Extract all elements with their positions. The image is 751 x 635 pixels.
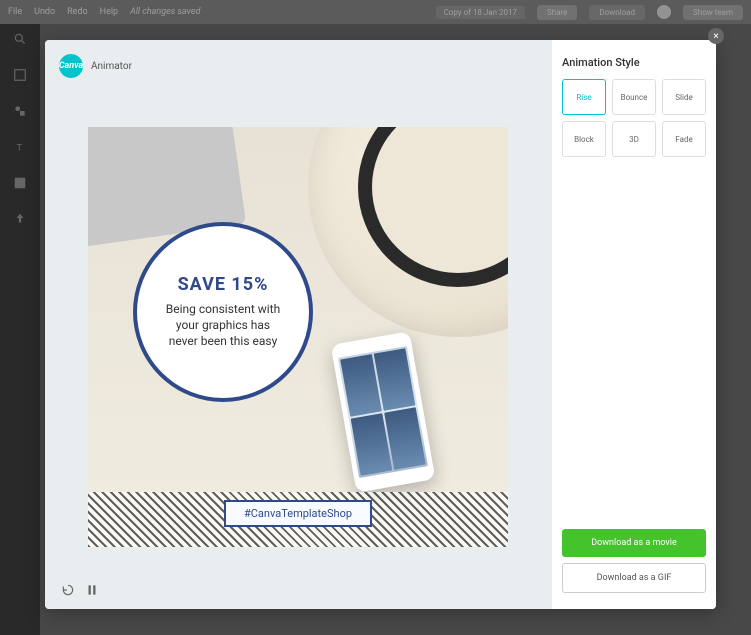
preview-phone (331, 331, 436, 493)
preview-hat (308, 127, 508, 337)
preview-hashtag: #CanvaTemplateShop (224, 500, 372, 527)
animation-panel: Animation Style Rise Bounce Slide Block … (551, 40, 716, 609)
anim-style-slide[interactable]: Slide (662, 79, 706, 115)
replay-icon[interactable] (61, 583, 75, 597)
close-icon[interactable]: × (708, 28, 724, 44)
anim-style-bounce[interactable]: Bounce (612, 79, 656, 115)
download-movie-button[interactable]: Download as a movie (562, 529, 706, 557)
pause-icon[interactable] (85, 583, 99, 597)
preview-badge: SAVE 15% Being consistent with your grap… (133, 222, 313, 402)
anim-style-fade[interactable]: Fade (662, 121, 706, 157)
canva-logo: Canva (59, 54, 83, 78)
badge-text: Being consistent with your graphics has … (157, 301, 289, 350)
anim-style-block[interactable]: Block (562, 121, 606, 157)
badge-headline: SAVE 15% (178, 274, 269, 295)
modal-title: Animator (91, 61, 132, 72)
download-gif-button[interactable]: Download as a GIF (562, 563, 706, 593)
modal-preview-pane: Canva Animator SAVE 15% Being consistent… (45, 40, 551, 609)
anim-style-rise[interactable]: Rise (562, 79, 606, 115)
animation-panel-title: Animation Style (562, 56, 706, 69)
anim-style-3d[interactable]: 3D (612, 121, 656, 157)
animator-modal: × Canva Animator SAVE 15% Being consiste… (45, 40, 716, 609)
design-preview: SAVE 15% Being consistent with your grap… (88, 127, 508, 547)
